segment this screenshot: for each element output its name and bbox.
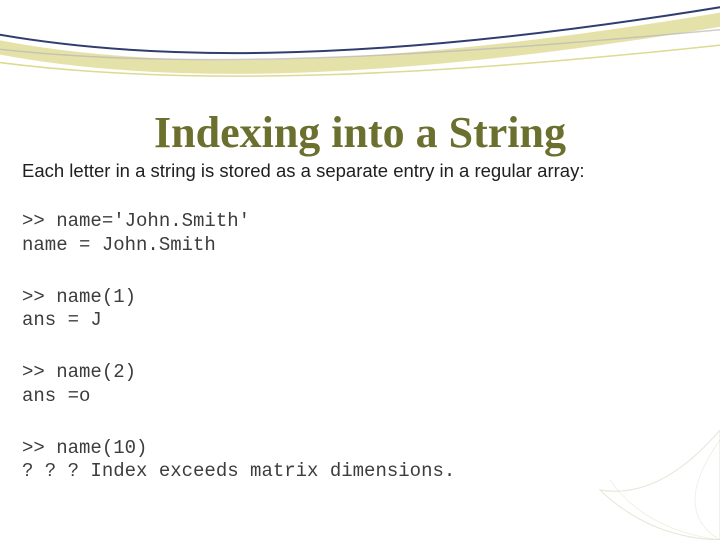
code-block-4: >> name(10) ? ? ? Index exceeds matrix d…: [22, 437, 698, 485]
code-block-1: >> name='John.Smith' name = John.Smith: [22, 210, 698, 258]
top-decoration: [0, 0, 720, 90]
slide-title: Indexing into a String: [0, 107, 720, 158]
slide-body: Each letter in a string is stored as a s…: [22, 160, 698, 512]
code-block-2: >> name(1) ans = J: [22, 286, 698, 334]
slide: Indexing into a String Each letter in a …: [0, 0, 720, 540]
intro-text: Each letter in a string is stored as a s…: [22, 160, 698, 182]
code-block-3: >> name(2) ans =o: [22, 361, 698, 409]
